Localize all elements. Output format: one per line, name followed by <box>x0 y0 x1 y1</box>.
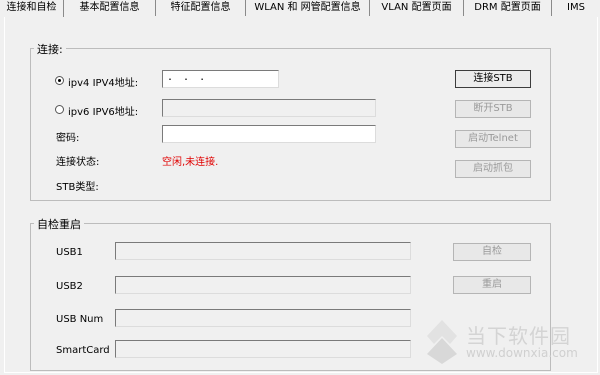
ipv6-label: ipv6 IPV6地址: <box>68 107 139 118</box>
connect-group-title: 连接: <box>34 41 66 57</box>
tab-wlan-nms-config[interactable]: WLAN 和 网管配置信息 <box>246 0 370 16</box>
ipv4-address-field[interactable]: . . . <box>162 70 279 88</box>
selfcheck-group-title: 自检重启 <box>34 216 84 232</box>
tab-feature-config[interactable]: 特征配置信息 <box>156 0 246 16</box>
tab-ims[interactable]: IMS <box>552 0 600 16</box>
usb2-label: USB2 <box>56 281 83 292</box>
usb1-field[interactable] <box>115 242 411 260</box>
tab-bar: 连接和自检 基本配置信息 特征配置信息 WLAN 和 网管配置信息 VLAN 配… <box>0 0 600 17</box>
usb-num-label: USB Num <box>56 314 104 325</box>
password-field[interactable] <box>162 125 376 143</box>
tab-drm-config[interactable]: DRM 配置页面 <box>464 0 552 16</box>
restart-button[interactable]: 重启 <box>453 276 531 294</box>
usb1-label: USB1 <box>56 247 83 258</box>
stb-type-label: STB类型: <box>56 182 99 193</box>
tab-connect-selfcheck[interactable]: 连接和自检 <box>0 0 64 17</box>
disconnect-stb-button[interactable]: 断开STB <box>455 100 531 118</box>
watermark-logo-icon <box>427 320 457 364</box>
selfcheck-button[interactable]: 自检 <box>453 243 531 261</box>
smartcard-label: SmartCard <box>56 345 110 356</box>
ipv4-label: ipv4 IPV4地址: <box>68 78 139 89</box>
watermark-brand: 当下软件园 <box>466 324 571 348</box>
ipv4-radio[interactable] <box>55 76 64 85</box>
tab-basic-config[interactable]: 基本配置信息 <box>64 0 156 16</box>
ipv6-radio[interactable] <box>55 105 64 114</box>
connection-status-value: 空闲,未连接. <box>162 157 219 168</box>
tab-vlan-config[interactable]: VLAN 配置页面 <box>370 0 464 16</box>
usb2-field[interactable] <box>115 276 411 294</box>
ipv6-address-field[interactable] <box>162 99 376 117</box>
watermark-url: www.downxia.com <box>466 346 578 360</box>
password-label: 密码: <box>56 133 80 144</box>
connect-stb-button[interactable]: 连接STB <box>455 70 531 88</box>
start-capture-button[interactable]: 启动抓包 <box>455 160 531 178</box>
usb-num-field[interactable] <box>115 309 411 327</box>
start-telnet-button[interactable]: 启动Telnet <box>455 130 531 148</box>
smartcard-field[interactable] <box>115 340 411 358</box>
connection-status-label: 连接状态: <box>56 157 100 168</box>
